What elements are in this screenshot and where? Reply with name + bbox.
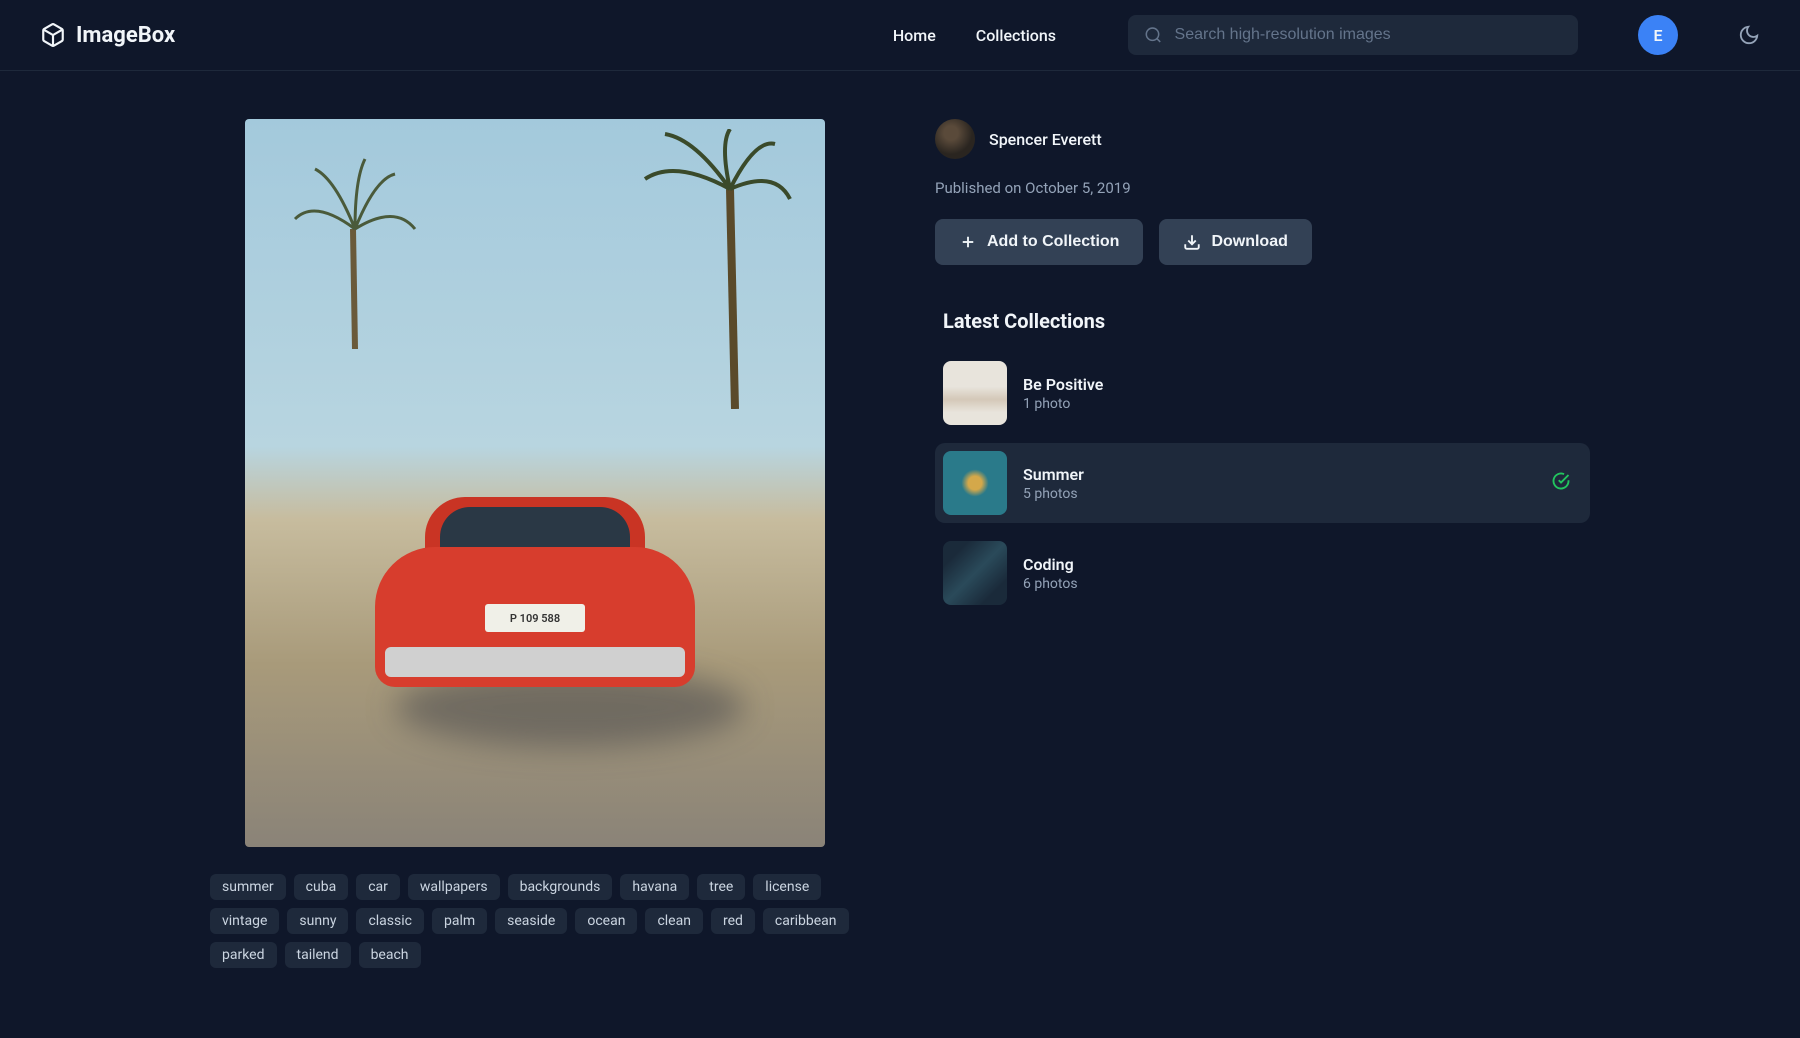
publish-date: Published on October 5, 2019 [935,179,1590,197]
collection-name: Summer [1023,465,1084,484]
tag-item[interactable]: car [356,874,400,900]
nav-home[interactable]: Home [893,26,936,45]
plus-icon [959,233,977,251]
add-to-collection-label: Add to Collection [987,233,1119,251]
download-button[interactable]: Download [1159,219,1311,265]
palm-tree-decoration [635,129,795,409]
license-plate: P 109 588 [485,604,585,632]
box-icon [40,22,66,48]
action-buttons: Add to Collection Download [935,219,1590,265]
image-column: P 109 588 summer cubacar wallpapers backgro… [210,119,860,968]
search-icon [1144,25,1163,45]
palm-tree-decoration [285,149,425,349]
moon-icon [1738,24,1760,46]
tag-item[interactable]: beach [359,942,421,968]
collection-count: 5 photos [1023,486,1084,502]
tag-item[interactable]: vintage [210,908,279,934]
tag-item[interactable]: ocean [575,908,637,934]
collection-info: Summer 5 photos [1023,465,1084,502]
tag-item[interactable]: seaside [495,908,567,934]
tag-item[interactable]: havana [620,874,689,900]
tag-item[interactable]: wallpapers [408,874,500,900]
collection-item[interactable]: Coding 6 photos [935,533,1590,613]
user-avatar[interactable]: E [1638,15,1678,55]
collection-item[interactable]: Summer 5 photos [935,443,1590,523]
download-label: Download [1211,233,1287,251]
app-header: ImageBox Home Collections E [0,0,1800,71]
author-row[interactable]: Spencer Everett [935,119,1590,159]
collection-thumbnail [943,361,1007,425]
search-box[interactable] [1128,15,1578,55]
tag-item[interactable]: sunny [287,908,348,934]
author-avatar [935,119,975,159]
brand-logo[interactable]: ImageBox [40,22,175,48]
download-icon [1183,233,1201,251]
collection-thumbnail [943,451,1007,515]
theme-toggle[interactable] [1738,24,1760,46]
main-nav: Home Collections E [893,15,1760,55]
collection-name: Coding [1023,555,1078,574]
collection-thumbnail [943,541,1007,605]
tag-item[interactable]: caribbean [763,908,849,934]
tag-item[interactable]: summer [210,874,286,900]
check-icon [1552,472,1570,494]
collection-item[interactable]: Be Positive 1 photo [935,353,1590,433]
nav-collections[interactable]: Collections [976,26,1056,45]
details-column: Spencer Everett Published on October 5, … [935,119,1590,968]
collection-info: Coding 6 photos [1023,555,1078,592]
tag-item[interactable]: tree [697,874,745,900]
collection-count: 1 photo [1023,396,1103,412]
tag-list: summer cubacar wallpapers backgrounds havana… [210,874,860,968]
collection-info: Be Positive 1 photo [1023,375,1103,412]
tag-item[interactable]: backgrounds [508,874,613,900]
brand-name: ImageBox [76,23,175,48]
latest-collections-title: Latest Collections [935,309,1590,333]
collections-list: Be Positive 1 photo Summer 5 photos Coding 6 … [935,353,1590,613]
search-input[interactable] [1175,26,1562,44]
main-image: P 109 588 [245,119,825,847]
collection-name: Be Positive [1023,375,1103,394]
car-decoration: P 109 588 [375,487,695,687]
tag-item[interactable]: palm [432,908,487,934]
tag-item[interactable]: parked [210,942,277,968]
author-name: Spencer Everett [989,130,1102,149]
main-content: P 109 588 summer cubacar wallpapers backgro… [0,71,1800,968]
tag-item[interactable]: red [711,908,755,934]
tag-item[interactable]: cuba [294,874,349,900]
tag-item[interactable]: tailend [285,942,351,968]
tag-item[interactable]: clean [645,908,703,934]
add-to-collection-button[interactable]: Add to Collection [935,219,1143,265]
collection-count: 6 photos [1023,576,1078,592]
tag-item[interactable]: license [753,874,821,900]
tag-item[interactable]: classic [356,908,424,934]
